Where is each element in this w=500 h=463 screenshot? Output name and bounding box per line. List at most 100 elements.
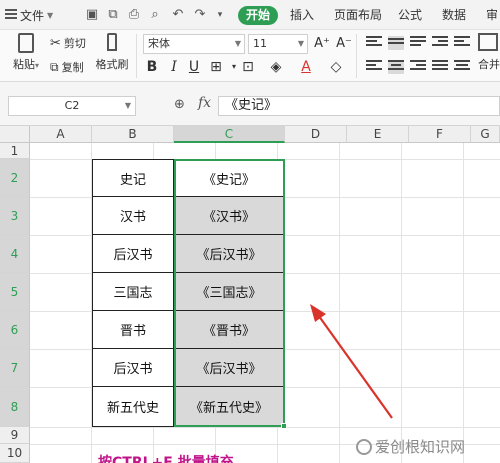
increase-font-icon[interactable]: A⁺	[314, 35, 330, 53]
column-header-g[interactable]: G	[471, 126, 500, 143]
merge-cells-icon[interactable]: ⊡	[240, 58, 256, 76]
fill-color-icon[interactable]: ◈	[268, 58, 284, 76]
border-icon[interactable]: ⊞	[208, 58, 224, 76]
font-size-select[interactable]: 11 ▼	[248, 34, 308, 54]
cell-c2[interactable]: 《史记》	[174, 159, 285, 197]
row-header-10[interactable]: 10	[0, 444, 30, 463]
instruction-caption: 按CTRL+E 批量填充	[98, 455, 234, 463]
cell-b5[interactable]: 三国志	[92, 273, 174, 311]
name-box[interactable]: C2 ▼	[8, 96, 136, 116]
print-icon[interactable]: ⎙	[126, 7, 142, 23]
column-header-c[interactable]: C	[174, 126, 285, 143]
title-tab-bar: 文件 ▼ ▣ ⧉ ⎙ ⌕ ↶ ↷ ▾ 开始 插入 页面布局 公式 数据 审	[0, 0, 500, 30]
watermark-logo-icon	[356, 438, 372, 455]
tab-page-layout[interactable]: 页面布局	[328, 6, 388, 25]
font-name-select[interactable]: 宋体 ▼	[143, 34, 245, 54]
chevron-down-icon: ▼	[297, 39, 304, 48]
annotation-arrow	[310, 304, 393, 419]
eraser-icon[interactable]: ◇	[328, 58, 344, 76]
cut-button[interactable]: ✂ 剪切	[50, 35, 86, 51]
row-header-8[interactable]: 8	[0, 387, 30, 427]
formula-bar: C2 ▼ ⊕ fx 《史记》	[0, 82, 500, 126]
arrow-head	[310, 304, 326, 322]
justify-icon[interactable]	[432, 60, 448, 74]
function-button[interactable]: fx	[198, 95, 211, 111]
cell-c4[interactable]: 《后汉书》	[174, 235, 285, 273]
cell-b7[interactable]: 后汉书	[92, 349, 174, 387]
brush-icon	[107, 33, 117, 51]
more-icon[interactable]: ▾	[212, 7, 228, 23]
distribute-icon[interactable]	[454, 60, 470, 74]
watermark: 爱创根知识网	[356, 436, 465, 457]
column-header-a[interactable]: A	[30, 126, 92, 143]
format-painter-button[interactable]: 格式刷	[94, 33, 130, 72]
scissors-icon: ✂	[50, 35, 61, 51]
cell-b4[interactable]: 后汉书	[92, 235, 174, 273]
row-header-6[interactable]: 6	[0, 311, 30, 349]
row-header-1[interactable]: 1	[0, 143, 30, 159]
cell-c5[interactable]: 《三国志》	[174, 273, 285, 311]
paste-button[interactable]: 粘贴▾	[8, 33, 44, 72]
align-top-icon[interactable]	[366, 36, 382, 50]
divider	[136, 34, 137, 78]
row-header-4[interactable]: 4	[0, 235, 30, 273]
cell-b8[interactable]: 新五代史	[92, 387, 174, 427]
row-header-9[interactable]: 9	[0, 427, 30, 444]
tab-data[interactable]: 数据	[436, 6, 472, 25]
font-color-icon[interactable]: A	[298, 58, 314, 76]
save-icon[interactable]: ▣	[84, 7, 100, 23]
copy-button[interactable]: ⧉ 复制	[50, 59, 84, 75]
column-header-f[interactable]: F	[409, 126, 471, 143]
cell-b6[interactable]: 晋书	[92, 311, 174, 349]
decrease-font-icon[interactable]: A⁻	[336, 35, 352, 53]
gridline	[30, 427, 500, 428]
bold-icon[interactable]: B	[144, 58, 160, 76]
italic-icon[interactable]: I	[166, 58, 182, 76]
cell-c7[interactable]: 《后汉书》	[174, 349, 285, 387]
tab-review[interactable]: 审	[480, 6, 500, 25]
align-center-icon[interactable]	[388, 60, 404, 74]
divider	[356, 34, 357, 78]
align-middle-icon[interactable]	[388, 36, 404, 50]
export-icon[interactable]: ⧉	[105, 7, 121, 23]
copy-icon: ⧉	[50, 59, 59, 74]
row-header-3[interactable]: 3	[0, 197, 30, 235]
undo-icon[interactable]: ↶	[170, 7, 186, 23]
align-left-icon[interactable]	[366, 60, 382, 74]
file-menu[interactable]: 文件 ▼	[20, 6, 53, 24]
chevron-down-icon: ▾	[34, 61, 39, 70]
cell-c3[interactable]: 《汉书》	[174, 197, 285, 235]
indent-icon[interactable]	[432, 36, 448, 50]
tab-formula[interactable]: 公式	[392, 6, 428, 25]
zoom-icon[interactable]: ⊕	[174, 97, 185, 112]
fill-handle[interactable]	[281, 423, 287, 429]
clipboard-icon	[18, 33, 34, 53]
align-bottom-icon[interactable]	[410, 36, 426, 50]
chevron-down-icon: ▼	[234, 39, 241, 48]
arrow-shaft	[315, 311, 393, 419]
column-header-b[interactable]: B	[92, 126, 174, 143]
row-header-2[interactable]: 2	[0, 159, 30, 197]
cell-b3[interactable]: 汉书	[92, 197, 174, 235]
merge-center-button[interactable]: 合并	[478, 33, 500, 72]
select-all-corner[interactable]	[0, 126, 30, 143]
outdent-icon[interactable]	[454, 36, 470, 50]
redo-icon[interactable]: ↷	[192, 7, 208, 23]
formula-input[interactable]: 《史记》	[218, 96, 500, 116]
underline-icon[interactable]: U	[186, 58, 202, 76]
column-header-e[interactable]: E	[347, 126, 409, 143]
merge-icon	[478, 33, 498, 51]
column-header-d[interactable]: D	[285, 126, 347, 143]
tab-insert[interactable]: 插入	[284, 6, 320, 25]
align-right-icon[interactable]	[410, 60, 426, 74]
tab-home[interactable]: 开始	[238, 6, 279, 25]
preview-icon[interactable]: ⌕	[147, 7, 163, 23]
cell-c6[interactable]: 《晋书》	[174, 311, 285, 349]
cell-c8[interactable]: 《新五代史》	[174, 387, 285, 427]
ribbon-toolbar: 粘贴▾ ✂ 剪切 ⧉ 复制 格式刷 宋体 ▼ 11 ▼ A⁺ A⁻ B I U …	[0, 30, 500, 82]
row-header-7[interactable]: 7	[0, 349, 30, 387]
chevron-down-icon: ▼	[47, 10, 54, 20]
cell-b2[interactable]: 史记	[92, 159, 174, 197]
menu-icon[interactable]	[5, 9, 17, 19]
row-header-5[interactable]: 5	[0, 273, 30, 311]
